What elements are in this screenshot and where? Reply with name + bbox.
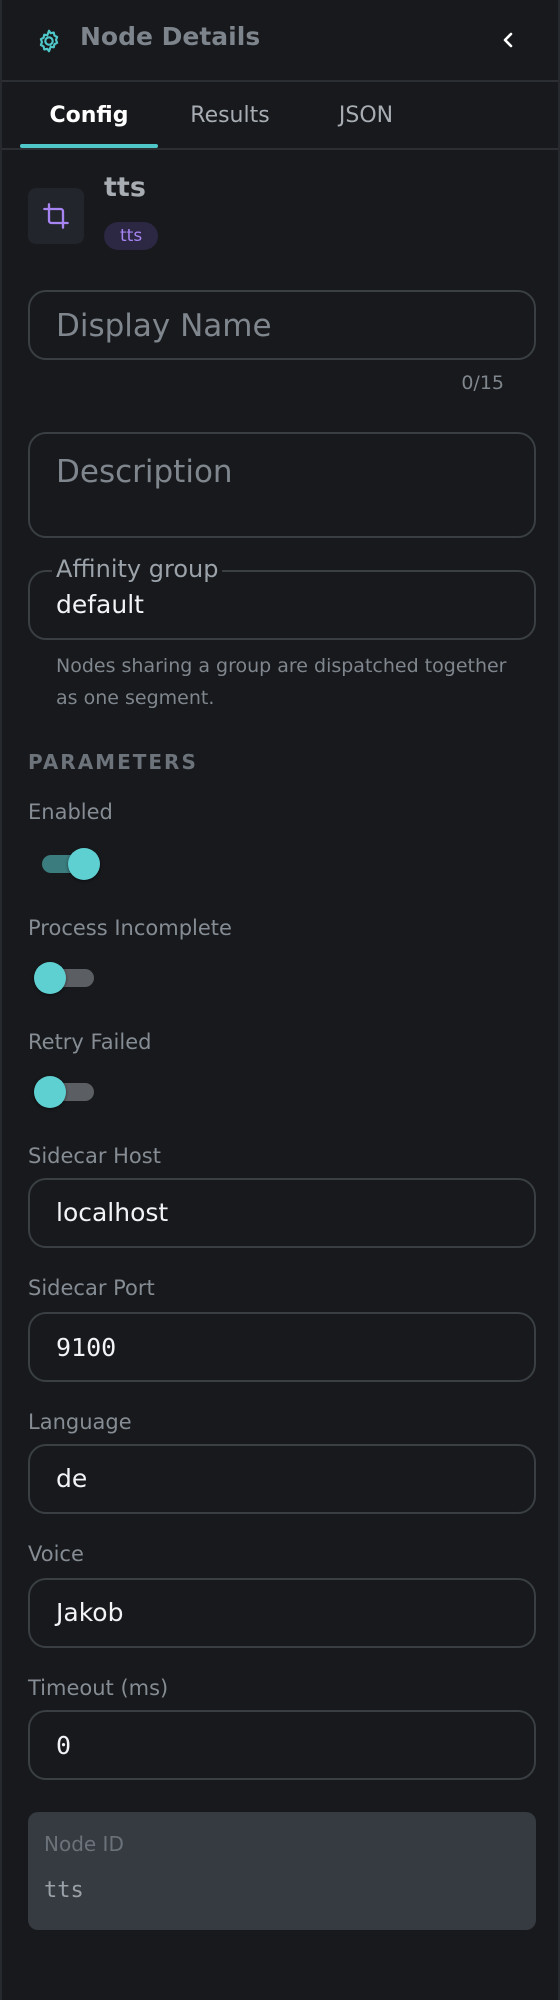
sidecar-port-value: 9100 (56, 1333, 117, 1362)
sidecar-host-input[interactable]: localhost (28, 1178, 536, 1248)
timeout-input[interactable]: 0 (28, 1710, 536, 1780)
language-input[interactable]: de (28, 1444, 536, 1514)
node-type-badge: tts (104, 222, 159, 250)
tab-bar: Config Results JSON (2, 84, 558, 150)
toggle-thumb (68, 848, 100, 880)
sidecar-host-value: localhost (56, 1198, 169, 1227)
description-field[interactable]: Description (28, 432, 536, 538)
display-name-field[interactable]: Display Name (28, 290, 536, 360)
display-name-placeholder: Display Name (56, 308, 272, 344)
timeout-label: Timeout (ms) (28, 1676, 169, 1700)
node-id-field: Node ID tts (28, 1812, 536, 1930)
voice-value: Jakob (56, 1598, 124, 1627)
toggle-thumb (34, 1076, 66, 1108)
gear-icon (39, 29, 59, 53)
affinity-group-label: Affinity group (52, 555, 223, 583)
active-tab-indicator (20, 144, 158, 148)
sidecar-port-input[interactable]: 9100 (28, 1312, 536, 1382)
crop-icon (43, 203, 69, 229)
sidecar-port-label: Sidecar Port (28, 1276, 155, 1300)
parameters-section-title: PARAMETERS (28, 750, 198, 774)
retry-failed-toggle[interactable] (34, 1075, 100, 1109)
voice-label: Voice (28, 1542, 84, 1566)
retry-failed-label: Retry Failed (28, 1030, 152, 1054)
tab-config[interactable]: Config (20, 84, 158, 148)
node-details-panel: Node Details Config Results JSON tts tts… (0, 0, 560, 2000)
language-label: Language (28, 1410, 132, 1434)
sidecar-host-label: Sidecar Host (28, 1144, 161, 1168)
voice-input[interactable]: Jakob (28, 1578, 536, 1648)
chevron-left-icon (503, 32, 513, 48)
tab-json[interactable]: JSON (318, 84, 414, 148)
collapse-button[interactable] (496, 26, 520, 54)
node-id-label: Node ID (44, 1832, 124, 1856)
enabled-label: Enabled (28, 800, 113, 824)
timeout-value: 0 (56, 1731, 72, 1760)
node-type-icon-box (28, 188, 84, 244)
node-id-value: tts (44, 1878, 84, 1903)
affinity-group-helper-text: Nodes sharing a group are dispatched tog… (56, 655, 507, 709)
enabled-toggle[interactable] (34, 847, 100, 881)
toggle-thumb (34, 962, 66, 994)
language-value: de (56, 1464, 88, 1493)
panel-header: Node Details (2, 0, 558, 82)
tab-results[interactable]: Results (174, 84, 286, 148)
process-incomplete-toggle[interactable] (34, 961, 100, 995)
display-name-char-counter: 0/15 (461, 372, 504, 394)
page-title: Node Details (80, 22, 261, 51)
node-name: tts (104, 172, 146, 203)
process-incomplete-label: Process Incomplete (28, 916, 232, 940)
description-placeholder: Description (56, 454, 233, 490)
affinity-group-value: default (56, 590, 144, 619)
